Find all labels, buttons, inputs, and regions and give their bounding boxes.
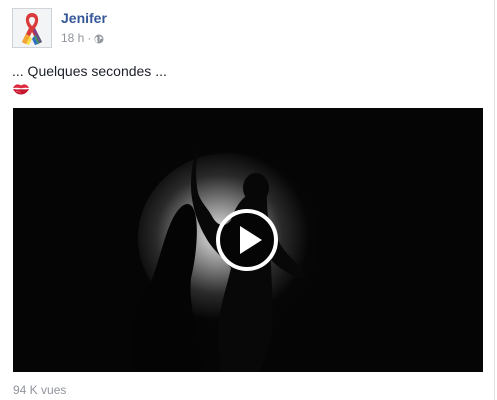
post-card: Jenifer 18 h · ... Quelques secondes ... (0, 0, 495, 400)
awareness-ribbon-icon (13, 9, 51, 47)
kiss-mark-icon (12, 82, 30, 96)
post-text: ... Quelques secondes ... (12, 63, 167, 79)
video-player[interactable] (13, 108, 483, 372)
post-timestamp[interactable]: 18 h (61, 31, 84, 45)
post-meta: 18 h · (61, 31, 104, 45)
view-count: 94 K vues (13, 383, 67, 397)
author-name-link[interactable]: Jenifer (61, 10, 107, 26)
play-icon (240, 226, 262, 254)
globe-icon[interactable] (94, 33, 104, 44)
play-button[interactable] (216, 209, 278, 271)
profile-avatar[interactable] (12, 8, 52, 48)
meta-separator: · (87, 31, 92, 45)
